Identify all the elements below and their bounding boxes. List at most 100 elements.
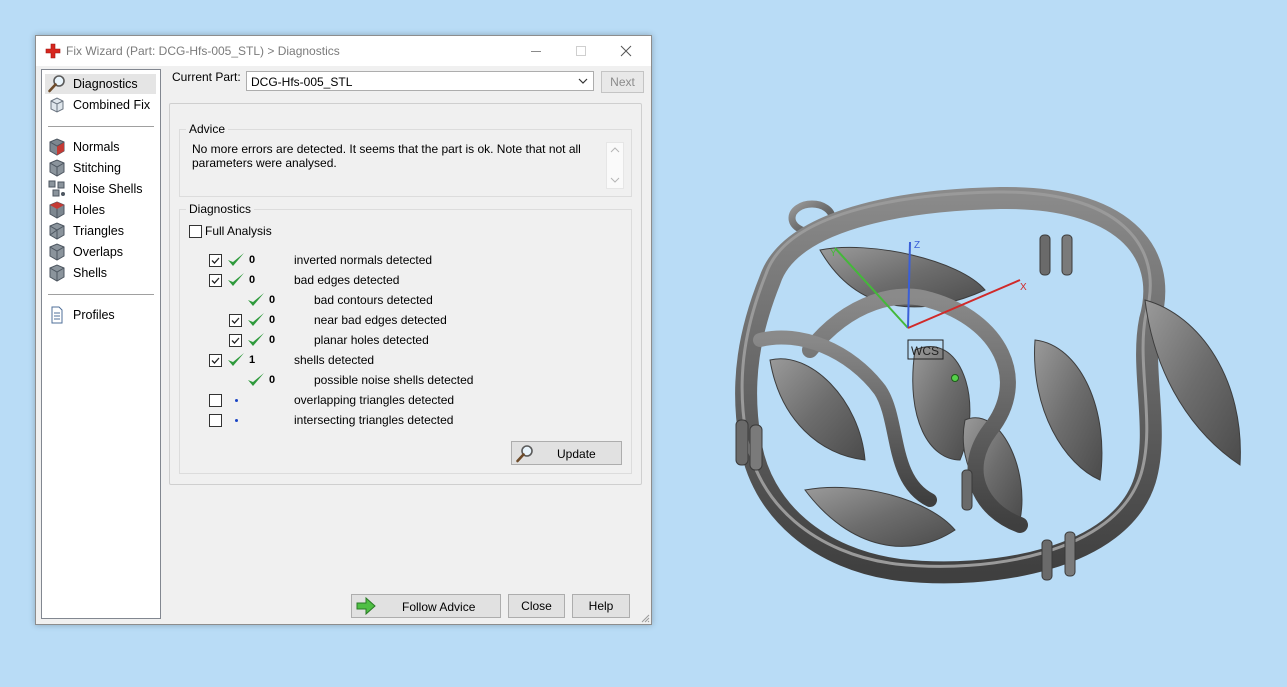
fix-wizard-window: Fix Wizard (Part: DCG-Hfs-005_STL) > Dia… [35,35,652,625]
nav-item-label: Overlaps [73,245,124,259]
close-window-button[interactable] [604,36,649,66]
minimize-icon [531,51,541,52]
magnifier-icon [48,75,65,93]
nav-item-label: Shells [73,266,108,280]
nav-item-normals[interactable]: Normals [45,137,156,157]
green-check-icon [248,293,264,306]
nav-item-noise-shells[interactable]: Noise Shells [45,179,156,199]
row-checkbox[interactable] [209,274,222,287]
row-count: 0 [269,374,276,386]
nav-item-label: Noise Shells [73,182,143,196]
pivot-marker-icon [951,374,959,382]
advice-text: No more errors are detected. It seems th… [192,142,581,170]
row-label: near bad edges detected [314,313,447,327]
x-axis-label: X [1020,282,1027,293]
nav-item-label: Triangles [73,224,124,238]
cube-icon [49,159,65,177]
document-icon [51,306,63,324]
cube-icon [49,243,65,261]
z-axis-label: Z [914,240,920,251]
green-check-icon [248,373,264,386]
maximize-button[interactable] [559,36,604,66]
minimize-button[interactable] [514,36,559,66]
row-checkbox[interactable] [229,314,242,327]
nav-item-triangles[interactable]: Triangles [45,221,156,241]
close-button[interactable]: Close [508,594,565,618]
advice-legend: Advice [186,122,229,136]
cube-red-face-icon [49,201,65,219]
pendant-model [735,186,1241,584]
checkmark-icon [231,337,240,344]
advice-scrollbar[interactable] [606,142,624,189]
row-checkbox[interactable] [209,354,222,367]
current-part-select[interactable]: DCG-Hfs-005_STL [246,71,594,91]
full-analysis-checkbox[interactable] [189,225,202,238]
row-label: overlapping triangles detected [294,393,455,407]
advice-group: Advice No more errors are detected. It s… [179,122,632,197]
row-label: intersecting triangles detected [294,413,454,427]
resize-grip-icon[interactable] [640,613,650,623]
checkmark-icon [211,357,220,364]
nav-item-shells[interactable]: Shells [45,263,156,283]
help-button[interactable]: Help [572,594,630,618]
next-button[interactable]: Next [601,71,644,93]
green-check-icon [228,273,244,286]
nav-item-label: Stitching [73,161,121,175]
row-checkbox[interactable] [209,394,222,407]
close-icon [620,45,632,57]
nav-item-label: Diagnostics [73,77,138,91]
cube-icon [49,264,65,282]
current-part-value: DCG-Hfs-005_STL [251,75,353,89]
magnifier-icon [516,445,533,463]
row-checkbox[interactable] [209,414,222,427]
row-checkbox[interactable] [229,334,242,347]
checkmark-icon [231,317,240,324]
nav-item-diagnostics[interactable]: Diagnostics [45,74,156,94]
nav-item-combined-fix[interactable]: Combined Fix [45,95,156,115]
row-label: inverted normals detected [294,253,433,267]
nav-item-profiles[interactable]: Profiles [45,305,156,325]
nav-separator [48,294,154,295]
green-check-icon [248,333,264,346]
noise-cubes-icon [48,180,65,197]
row-checkbox[interactable] [209,254,222,267]
row-count: 0 [249,254,256,266]
row-count: 1 [249,354,256,366]
cube-icon [50,97,64,113]
nav-item-stitching[interactable]: Stitching [45,158,156,178]
3d-model-viewport[interactable]: Y Z X WCS [700,180,1260,610]
y-axis-label: Y [830,248,837,259]
nav-item-overlaps[interactable]: Overlaps [45,242,156,262]
green-check-icon [228,353,244,366]
nav-item-label: Combined Fix [73,98,151,112]
row-count: 0 [249,274,256,286]
wcs-label: WCS [911,344,939,358]
window-title: Fix Wizard (Part: DCG-Hfs-005_STL) > Dia… [66,44,340,58]
nav-item-label: Normals [73,140,120,154]
chevron-down-icon [578,78,588,84]
current-part-label: Current Part: [172,70,241,84]
update-button[interactable]: Update [511,441,622,465]
cube-icon [49,222,65,240]
row-count: 0 [269,334,276,346]
row-label: bad contours detected [314,293,433,307]
row-label: possible noise shells detected [314,373,474,387]
diagnostics-legend: Diagnostics [186,202,255,216]
not-analysed-dot [235,399,238,402]
row-count: 0 [269,314,276,326]
green-arrow-right-icon [356,597,376,615]
nav-item-holes[interactable]: Holes [45,200,156,220]
update-label: Update [557,447,596,461]
diagnostics-panel: Advice No more errors are detected. It s… [169,103,642,485]
title-bar[interactable]: Fix Wizard (Part: DCG-Hfs-005_STL) > Dia… [36,36,651,66]
not-analysed-dot [235,419,238,422]
red-cross-icon [45,43,61,59]
full-analysis-label: Full Analysis [205,224,272,238]
follow-advice-button[interactable]: Follow Advice [351,594,501,618]
diagnostics-group: Diagnostics Full Analysis 0 inverted nor… [179,202,632,474]
row-count: 0 [269,294,276,306]
maximize-icon [576,46,586,56]
row-label: shells detected [294,353,375,367]
nav-separator [48,126,154,127]
checkmark-icon [211,277,220,284]
